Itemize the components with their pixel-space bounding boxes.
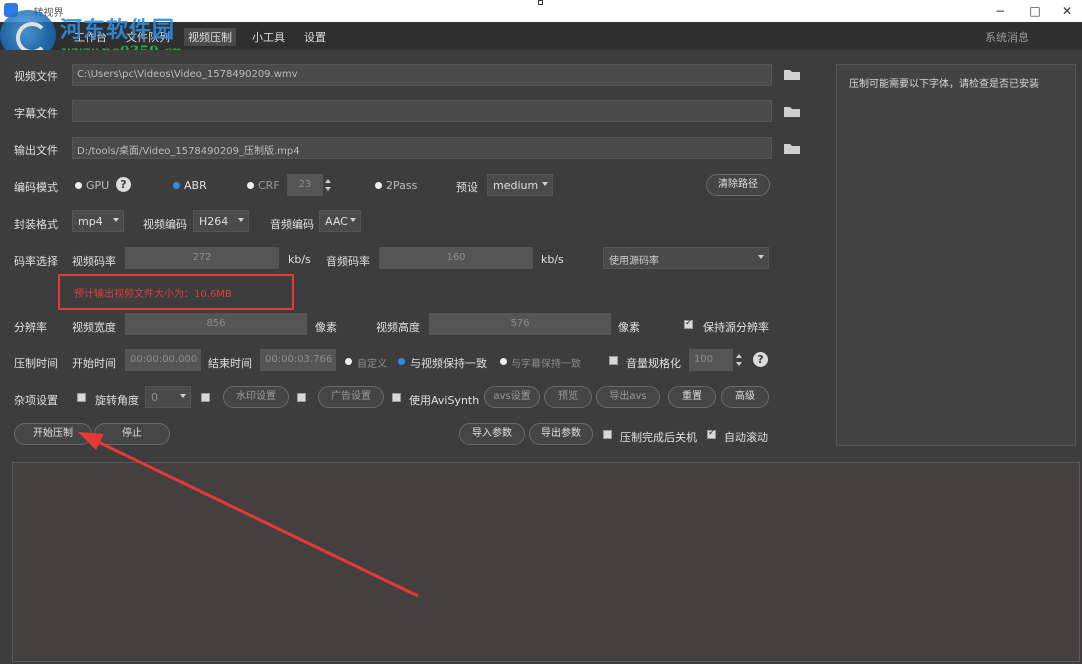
annotation-arrow-icon <box>78 432 419 598</box>
